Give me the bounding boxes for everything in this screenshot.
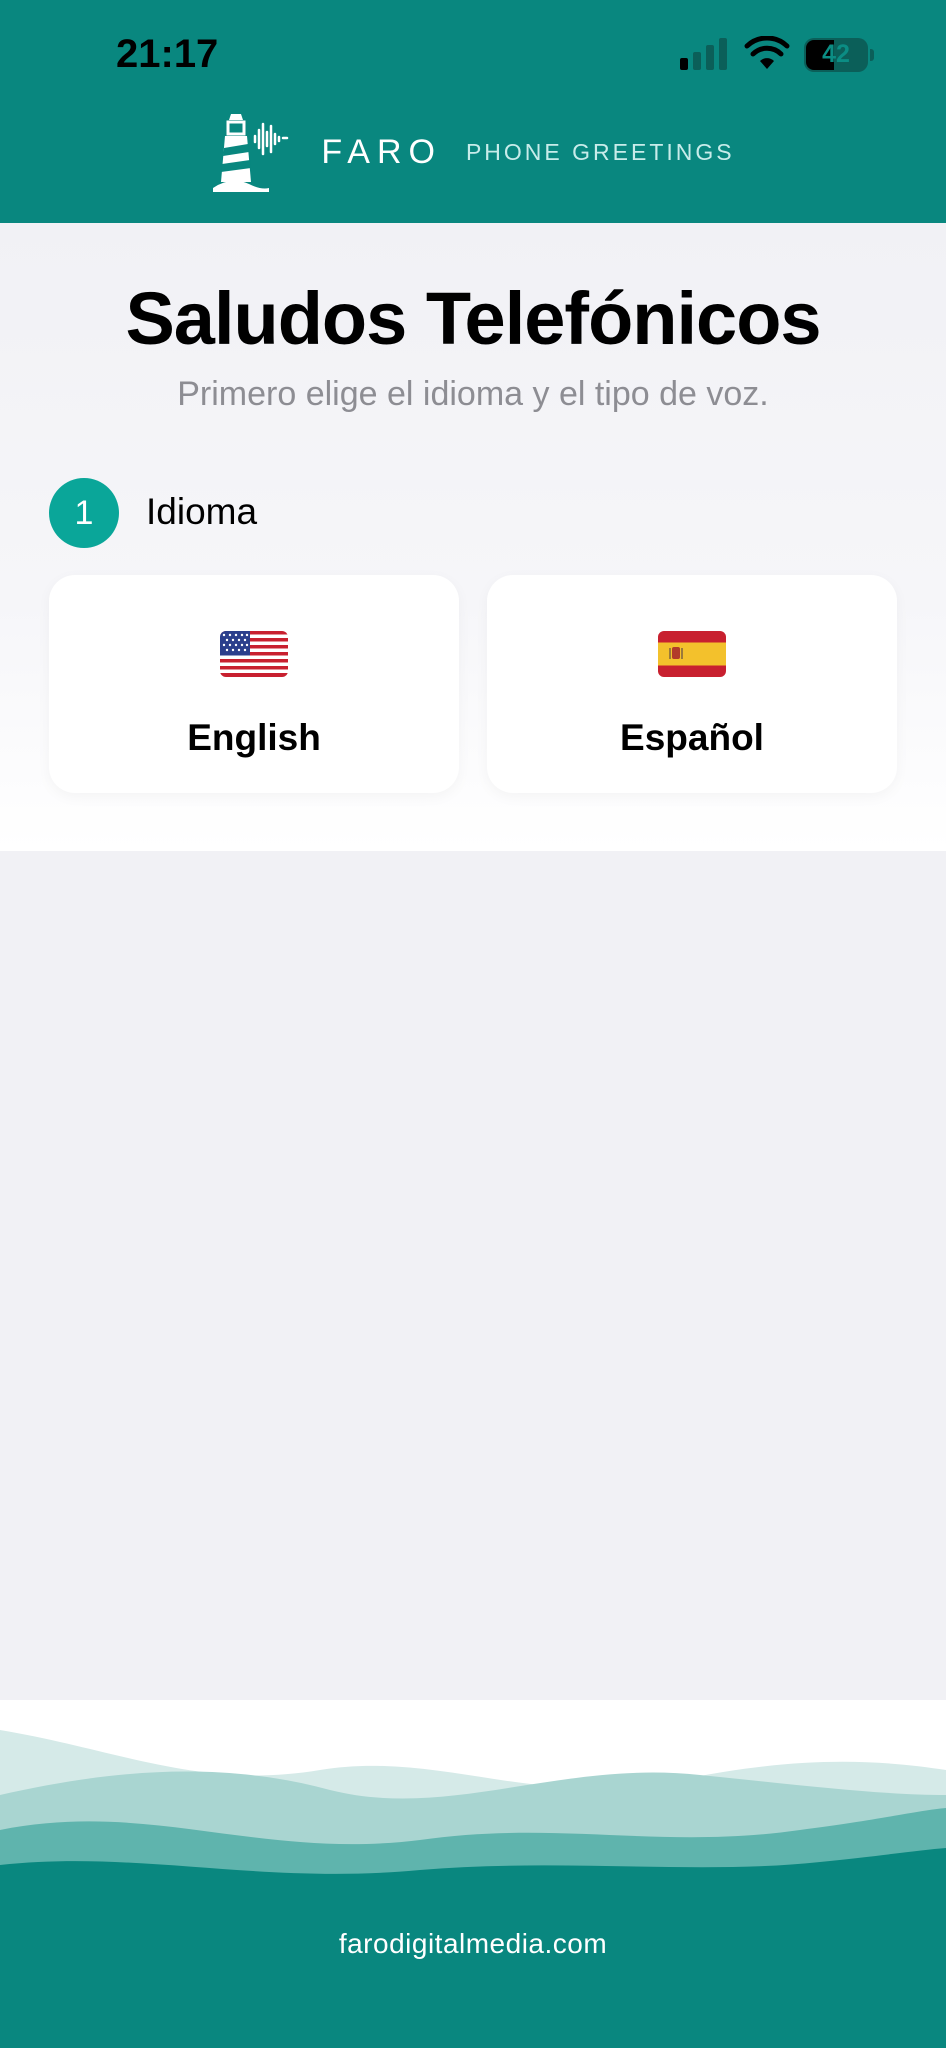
brand-tagline: PHONE GREETINGS — [465, 138, 735, 165]
wave-decoration — [0, 1700, 946, 2048]
language-option-spanish[interactable]: Español — [487, 575, 897, 793]
language-option-english[interactable]: English — [49, 575, 459, 793]
page-subtitle: Primero elige el idioma y el tipo de voz… — [177, 375, 769, 413]
status-time: 21:17 — [116, 32, 219, 76]
spain-flag-icon — [658, 631, 726, 677]
step-label: Idioma — [146, 491, 258, 532]
footer: farodigitalmedia.com — [0, 1700, 946, 2048]
brand-name: FARO — [321, 132, 442, 171]
language-selection-section: Saludos Telefónicos Primero elige el idi… — [0, 223, 946, 851]
app-header: 21:17 42 FARO PHONE GREETINGS — [0, 0, 946, 223]
us-flag-icon — [220, 631, 288, 677]
page-title: Saludos Telefónicos — [125, 277, 821, 360]
battery-icon: 42 — [804, 38, 874, 72]
footer-website-link[interactable]: farodigitalmedia.com — [0, 1928, 946, 1960]
language-label: Español — [620, 717, 764, 758]
battery-level: 42 — [822, 40, 850, 68]
wifi-icon — [744, 36, 790, 69]
language-label: English — [187, 717, 321, 758]
cellular-signal-icon — [680, 38, 727, 70]
step-number-badge: 1 — [49, 478, 119, 548]
lighthouse-logo-icon — [213, 114, 289, 192]
brand-bar: FARO PHONE GREETINGS — [0, 112, 946, 192]
